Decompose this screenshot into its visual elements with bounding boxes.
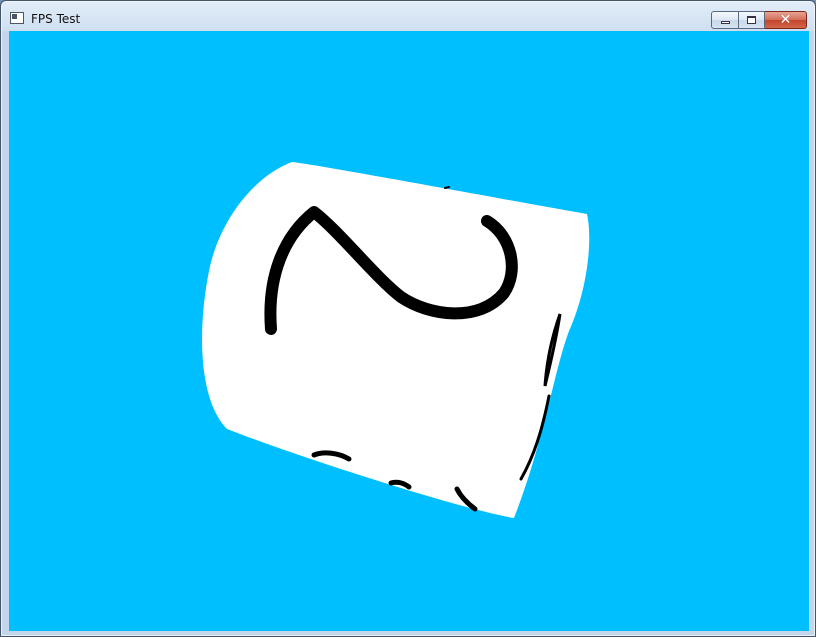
app-icon[interactable] <box>10 12 24 24</box>
title-bar[interactable]: FPS Test ✕ <box>1 1 815 31</box>
maximize-button[interactable] <box>739 11 765 29</box>
window-title: FPS Test <box>31 12 81 26</box>
render-viewport[interactable] <box>9 31 809 631</box>
minimize-button[interactable] <box>711 11 739 29</box>
caption-buttons: ✕ <box>711 11 807 29</box>
close-icon: ✕ <box>779 12 792 28</box>
scene-canvas <box>9 31 809 631</box>
die-top-marking <box>444 186 450 189</box>
app-window: FPS Test ✕ <box>0 0 816 637</box>
maximize-icon <box>747 16 756 24</box>
minimize-icon <box>721 21 730 24</box>
close-button[interactable]: ✕ <box>765 11 807 29</box>
